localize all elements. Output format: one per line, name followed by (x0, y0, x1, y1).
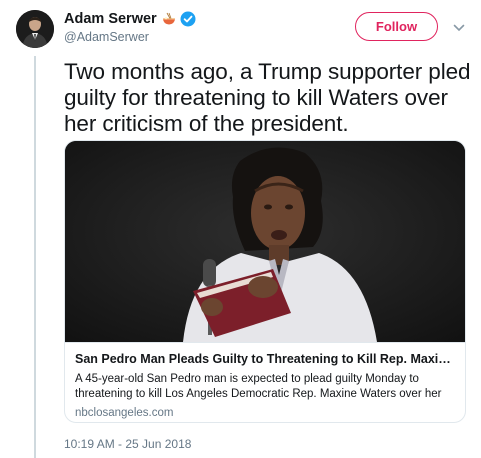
handle[interactable]: @AdamSerwer (64, 30, 149, 44)
avatar-photo (16, 10, 54, 48)
card-domain: nbclosangeles.com (75, 407, 174, 419)
display-name[interactable]: Adam Serwer (64, 11, 157, 27)
avatar[interactable] (16, 10, 54, 48)
author-name-row: Adam Serwer (64, 10, 196, 28)
card-body: San Pedro Man Pleads Guilty to Threateni… (65, 342, 465, 422)
link-card[interactable]: San Pedro Man Pleads Guilty to Threateni… (64, 140, 466, 423)
tweet-text: Two months ago, a Trump supporter pled g… (64, 59, 471, 136)
card-photo (65, 141, 465, 342)
thread-line (34, 56, 36, 458)
follow-button[interactable]: Follow (355, 12, 438, 41)
tweet: Adam Serwer @AdamSerwer Follow Two month… (0, 0, 481, 458)
card-image (65, 141, 465, 342)
card-description: A 45-year-old San Pedro man is expected … (75, 373, 442, 400)
card-title[interactable]: San Pedro Man Pleads Guilty to Threateni… (75, 351, 455, 367)
ramen-bowl-icon (161, 11, 177, 27)
timestamp[interactable]: 10:19 AM - 25 Jun 2018 (64, 437, 191, 451)
verified-badge-icon (180, 11, 196, 27)
chevron-down-icon[interactable] (453, 20, 465, 32)
